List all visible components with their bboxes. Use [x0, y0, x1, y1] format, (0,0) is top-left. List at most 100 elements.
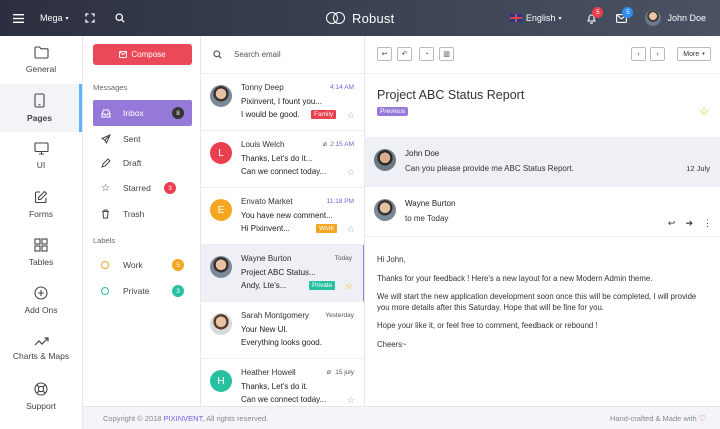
- language-selector[interactable]: English ▾: [509, 13, 561, 23]
- label-private[interactable]: Private 3: [93, 278, 192, 304]
- mail-time: 2:15 AM: [330, 141, 354, 148]
- star-icon[interactable]: ☆: [699, 105, 709, 118]
- reply-icon[interactable]: ↩: [668, 218, 676, 229]
- list-item[interactable]: Sarah Montgomery Yesterday Your New UI. …: [201, 302, 364, 359]
- folder-sent[interactable]: Sent: [93, 126, 192, 152]
- folder-starred[interactable]: ☆ Starred 3: [93, 175, 192, 201]
- reply-button[interactable]: ↩: [377, 47, 392, 61]
- menu-label: Forms: [28, 208, 54, 219]
- private-count-badge: 3: [172, 285, 184, 297]
- chevron-down-icon: ▾: [702, 51, 705, 57]
- label-work[interactable]: Work 5: [93, 252, 192, 278]
- menu-item-forms[interactable]: Forms: [0, 180, 82, 228]
- pixinvent-link[interactable]: PIXINVENT: [164, 414, 203, 423]
- grid-icon: [34, 237, 48, 252]
- mega-menu-button[interactable]: Mega ▾: [36, 0, 75, 36]
- list-item[interactable]: E Envato Market 11:18 PM You have new co…: [201, 188, 364, 245]
- label-name: Private: [123, 286, 150, 296]
- menu-item-pages[interactable]: Pages: [0, 84, 82, 132]
- brand-name: Robust: [352, 10, 395, 26]
- compose-label: Compose: [131, 50, 166, 59]
- folder-trash[interactable]: Trash: [93, 201, 192, 227]
- avatar: [374, 199, 396, 221]
- prev-email-button[interactable]: ‹: [631, 47, 646, 61]
- star-filled-icon[interactable]: ☆: [345, 281, 353, 292]
- delete-button[interactable]: ▥: [439, 47, 454, 61]
- more-vertical-icon[interactable]: ⋮: [703, 218, 712, 229]
- notifications-button[interactable]: 5: [577, 0, 605, 36]
- search-input[interactable]: Search email: [234, 50, 281, 59]
- messages-button[interactable]: 5: [607, 0, 635, 36]
- avatar: E: [210, 199, 232, 221]
- star-icon: ☆: [101, 182, 110, 194]
- mail-subject: Your New UI.: [241, 325, 288, 334]
- mail-sender: Sarah Montgomery: [241, 311, 310, 320]
- reply-all-button[interactable]: ↶: [397, 47, 412, 61]
- mail-sender: Envato Market: [241, 197, 293, 206]
- mail-preview: Can we connect today...: [241, 395, 327, 404]
- search-button[interactable]: [105, 0, 135, 36]
- messages-badge: 5: [622, 7, 634, 18]
- star-icon[interactable]: ☆: [347, 110, 355, 121]
- mail-subject: Project ABC Status...: [241, 268, 316, 277]
- folder-label: Draft: [123, 158, 142, 168]
- mail-preview: Hi Pixinvent...: [241, 224, 290, 233]
- snooze-button[interactable]: ◔: [419, 47, 434, 61]
- search-bar[interactable]: Search email: [201, 36, 364, 74]
- language-label: English: [525, 13, 556, 23]
- plus-circle-icon: [34, 285, 48, 300]
- star-icon[interactable]: ☆: [347, 167, 355, 178]
- more-label: More: [683, 50, 700, 58]
- tag-badge: Family: [311, 110, 337, 119]
- search-icon: [213, 50, 222, 59]
- star-icon[interactable]: ☆: [347, 395, 355, 406]
- mail-subject: Thanks, Let's do it...: [241, 154, 313, 163]
- thread-sender: John Doe: [405, 149, 440, 158]
- label-name: Work: [123, 260, 143, 270]
- brand-logo[interactable]: Robust: [326, 0, 394, 36]
- mail-sender: Louis Welch: [241, 140, 285, 149]
- user-menu[interactable]: John Doe: [645, 10, 706, 26]
- folder-draft[interactable]: Draft: [93, 150, 192, 176]
- robust-logo-icon: [326, 12, 346, 24]
- mail-time: 11:18 PM: [326, 198, 354, 205]
- compose-button[interactable]: Compose: [93, 44, 192, 65]
- footer: Copyright © 2018 PIXINVENT, All rights r…: [83, 406, 720, 429]
- menu-item-tables[interactable]: Tables: [0, 228, 82, 276]
- starred-count-badge: 3: [164, 182, 176, 194]
- menu-item-support[interactable]: Support: [0, 372, 82, 420]
- mail-time: Yesterday: [325, 312, 354, 319]
- thread-message[interactable]: Wayne Burton to me Today ↩ ➔ ⋮: [365, 187, 720, 237]
- list-item[interactable]: Tonny Deep 4:14 AM Pixinvent, I fount yo…: [201, 74, 364, 131]
- reply-all-icon: ↶: [401, 51, 408, 58]
- body-paragraph: Cheers~: [377, 339, 407, 349]
- menu-item-ui[interactable]: UI: [0, 132, 82, 180]
- forward-icon[interactable]: ➔: [685, 218, 693, 229]
- more-dropdown[interactable]: More ▾: [677, 47, 711, 61]
- inbox-count-badge: 8: [172, 107, 184, 119]
- compose-icon: [119, 51, 128, 58]
- top-navbar: Mega ▾ Robust English ▾ 5 5 John Doe: [0, 0, 720, 36]
- menu-item-charts-maps[interactable]: Charts & Maps: [0, 324, 82, 372]
- mail-subject: Pixinvent, I fount you...: [241, 97, 322, 106]
- mail-preview: I would be good.: [241, 110, 300, 119]
- star-icon[interactable]: ☆: [347, 224, 355, 235]
- next-email-button[interactable]: ›: [650, 47, 665, 61]
- folder-inbox[interactable]: Inbox 8: [93, 100, 192, 126]
- clock-icon: ◔: [424, 50, 429, 58]
- menu-label: Charts & Maps: [12, 350, 70, 361]
- fullscreen-button[interactable]: [75, 0, 105, 36]
- list-item[interactable]: H Heather Howell ⌀ 15 july Thanks, Let's…: [201, 359, 364, 406]
- monitor-icon: [33, 142, 49, 155]
- list-item[interactable]: L Louis Welch ⌀ 2:15 AM Thanks, Let's do…: [201, 131, 364, 188]
- menu-item-general[interactable]: General: [0, 36, 82, 84]
- menu-item-add-ons[interactable]: Add Ons: [0, 276, 82, 324]
- menu-toggle-button[interactable]: [0, 0, 36, 36]
- labels-heading: Labels: [93, 236, 116, 245]
- trash-icon: ▥: [443, 51, 450, 58]
- thread-message[interactable]: John Doe Can you please provide me ABC S…: [365, 137, 720, 187]
- notifications-badge: 5: [592, 7, 604, 18]
- list-item[interactable]: Wayne Burton Today Project ABC Status...…: [201, 245, 364, 302]
- uk-flag-icon: [509, 14, 522, 22]
- thread-date: 12 July: [686, 164, 710, 173]
